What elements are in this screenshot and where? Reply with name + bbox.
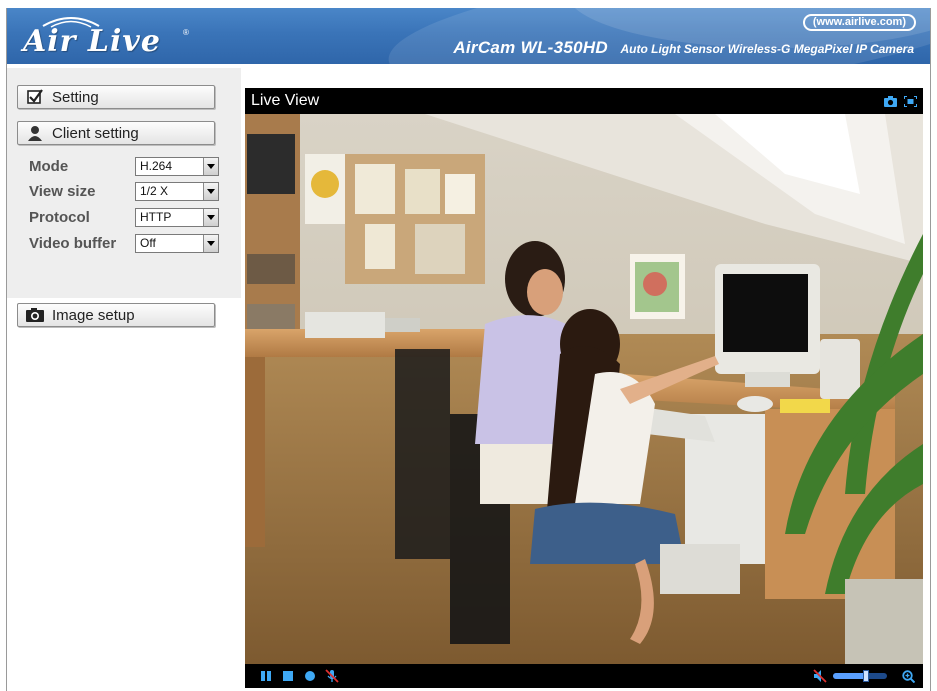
- client-setting-label: Client setting: [52, 124, 139, 142]
- speaker-mute-icon[interactable]: [813, 669, 827, 683]
- video-control-bar: [245, 664, 923, 688]
- image-setup-label: Image setup: [52, 306, 135, 324]
- live-view-header: Live View: [245, 88, 923, 114]
- app-frame: Air Live ® (www.airlive.com) AirCam WL-3…: [6, 8, 931, 691]
- camera-video-feed[interactable]: [245, 114, 923, 664]
- record-icon[interactable]: [303, 669, 317, 683]
- sidebar: Setting Client setting Mode H.264 View s…: [7, 68, 241, 691]
- protocol-label: Protocol: [29, 208, 90, 226]
- checkbox-icon: [26, 88, 44, 106]
- image-setup-button[interactable]: Image setup: [17, 303, 215, 327]
- volume-slider[interactable]: [833, 670, 887, 682]
- snapshot-camera-icon[interactable]: [883, 94, 897, 108]
- view-size-select[interactable]: 1/2 X: [135, 181, 219, 201]
- chevron-down-icon: [203, 157, 218, 175]
- video-buffer-select[interactable]: Off: [135, 233, 219, 253]
- volume-fill: [833, 673, 867, 679]
- video-buffer-label: Video buffer: [29, 234, 117, 252]
- stop-icon[interactable]: [281, 669, 295, 683]
- live-view-panel: Live View: [245, 88, 923, 688]
- header-banner: Air Live ® (www.airlive.com) AirCam WL-3…: [7, 8, 930, 64]
- camera-icon: [26, 306, 44, 324]
- client-setting-button[interactable]: Client setting: [17, 121, 215, 145]
- protocol-row: Protocol HTTP: [29, 206, 219, 228]
- airlive-logo: Air Live ®: [23, 14, 193, 60]
- volume-knob[interactable]: [863, 670, 870, 682]
- live-view-title: Live View: [251, 92, 320, 109]
- mic-mute-icon[interactable]: [325, 669, 339, 683]
- video-buffer-row: Video buffer Off: [29, 232, 219, 254]
- model-name: AirCam WL-350HD: [453, 38, 609, 57]
- setting-button[interactable]: Setting: [17, 85, 215, 109]
- view-size-label: View size: [29, 182, 96, 200]
- chevron-down-icon: [203, 234, 218, 252]
- fullscreen-icon[interactable]: [903, 94, 917, 108]
- protocol-select[interactable]: HTTP: [135, 207, 219, 227]
- logo-text: Air Live: [23, 24, 161, 59]
- product-title: AirCam WL-350HD Auto Light Sensor Wirele…: [453, 38, 914, 58]
- view-size-row: View size 1/2 X: [29, 180, 219, 202]
- setting-label: Setting: [52, 88, 99, 106]
- mode-label: Mode: [29, 157, 69, 175]
- zoom-icon[interactable]: [901, 669, 915, 683]
- mode-row: Mode H.264: [29, 155, 219, 177]
- mode-select[interactable]: H.264: [135, 156, 219, 176]
- video-frame-image: [245, 114, 923, 664]
- website-link[interactable]: (www.airlive.com): [802, 14, 916, 31]
- user-icon: [26, 124, 44, 142]
- pause-icon[interactable]: [259, 669, 273, 683]
- chevron-down-icon: [203, 182, 218, 200]
- model-description: Auto Light Sensor Wireless-G MegaPixel I…: [620, 42, 914, 56]
- chevron-down-icon: [203, 208, 218, 226]
